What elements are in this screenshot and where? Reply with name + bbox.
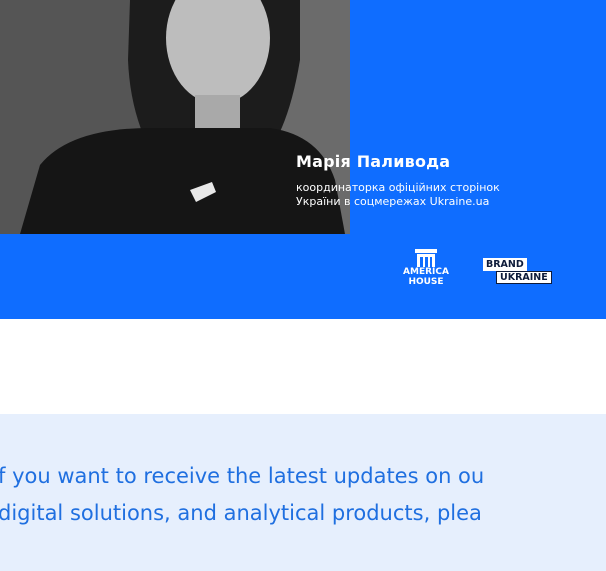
speaker-banner: Марія Паливода координаторка офіційних с…: [0, 0, 606, 319]
brand-ukraine-logo-top: BRAND: [483, 258, 527, 271]
subscribe-text-line-2: digital solutions, and analytical produc…: [0, 501, 482, 525]
building-icon: [415, 249, 437, 267]
speaker-role-line-2: України в соцмережах Ukraine.ua: [296, 195, 490, 208]
america-house-logo-text-1: AMERICA: [403, 267, 449, 277]
speaker-role: координаторка офіційних сторінок України…: [296, 181, 596, 209]
subscribe-section: f you want to receive the latest updates…: [0, 414, 606, 571]
subscribe-text-line-1: f you want to receive the latest updates…: [0, 464, 485, 488]
speaker-name: Марія Паливода: [296, 152, 451, 171]
america-house-logo-text-2: HOUSE: [408, 277, 444, 287]
brand-ukraine-logo: BRAND UKRAINE: [483, 258, 563, 284]
brand-ukraine-logo-bottom: UKRAINE: [496, 271, 552, 284]
america-house-logo: AMERICA HOUSE: [395, 249, 457, 294]
speaker-role-line-1: координаторка офіційних сторінок: [296, 181, 500, 194]
